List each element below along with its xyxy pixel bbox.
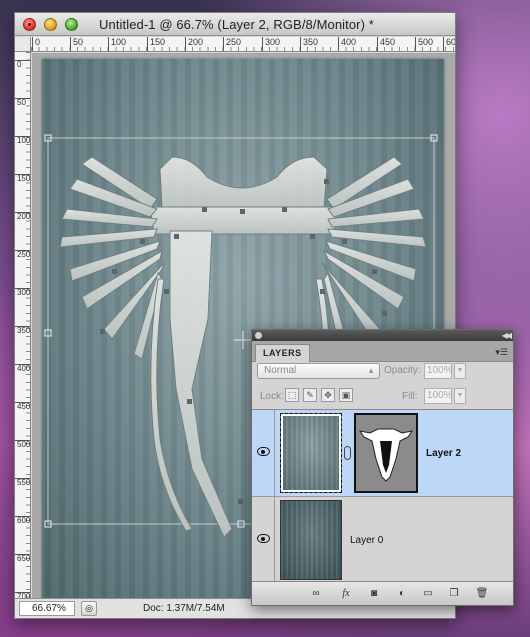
ruler-tick: 550 bbox=[15, 478, 31, 487]
fill-label: Fill: bbox=[402, 391, 418, 402]
title-bar[interactable]: Untitled-1 @ 66.7% (Layer 2, RGB/8/Monit… bbox=[15, 13, 455, 36]
eye-icon[interactable] bbox=[257, 447, 270, 456]
ruler-tick: 500 bbox=[415, 37, 433, 51]
lock-label: Lock: bbox=[260, 391, 284, 402]
layers-panel: ◀◀ LAYERS ▾☰ Normal ▲ Opacity: 100% ▼ Lo… bbox=[251, 329, 514, 606]
ruler-tick: 0 bbox=[32, 37, 40, 51]
panel-footer: ∞ fx ◙ ◐ ▭ ❐ 🗑 bbox=[252, 581, 513, 605]
new-group-icon[interactable]: ▭ bbox=[420, 587, 436, 601]
ruler-tick: 300 bbox=[262, 37, 280, 51]
mask-shape-icon bbox=[358, 428, 414, 482]
close-icon[interactable] bbox=[255, 332, 262, 339]
layer-row[interactable]: Layer 2 bbox=[252, 410, 513, 497]
layer-thumbnail[interactable] bbox=[280, 413, 342, 493]
ruler-tick: 250 bbox=[223, 37, 241, 51]
zoom-window-button[interactable] bbox=[65, 18, 78, 31]
ruler-tick: 200 bbox=[185, 37, 203, 51]
new-layer-icon[interactable]: ❐ bbox=[446, 587, 462, 601]
fx-icon[interactable]: fx bbox=[338, 587, 354, 601]
panel-tab-strip: LAYERS ▾☰ bbox=[252, 341, 513, 362]
lock-transparent-icon[interactable]: ⬚ bbox=[285, 388, 299, 402]
select-arrows-icon: ▲ bbox=[367, 366, 375, 375]
ruler-tick: 250 bbox=[15, 250, 31, 259]
opacity-label: Opacity: bbox=[384, 365, 421, 376]
ruler-tick: 400 bbox=[15, 364, 31, 373]
ruler-tick: 150 bbox=[15, 174, 31, 183]
collapse-panel-icon[interactable]: ◀◀ bbox=[502, 330, 512, 341]
ruler-tick: 350 bbox=[15, 326, 31, 335]
crosshair-icon bbox=[234, 331, 252, 349]
visibility-toggle[interactable] bbox=[252, 410, 275, 496]
fill-dropdown-icon[interactable]: ▼ bbox=[454, 388, 466, 404]
visibility-toggle[interactable] bbox=[252, 497, 275, 583]
panel-menu-icon[interactable]: ▾☰ bbox=[495, 347, 508, 358]
lock-position-icon[interactable]: ✥ bbox=[321, 388, 335, 402]
trash-icon[interactable]: 🗑 bbox=[474, 587, 490, 601]
ruler-tick: 100 bbox=[15, 136, 31, 145]
opacity-dropdown-icon[interactable]: ▼ bbox=[454, 363, 466, 379]
lock-all-icon[interactable]: ▣ bbox=[339, 388, 353, 402]
ruler-tick: 50 bbox=[15, 98, 30, 107]
ruler-tick: 300 bbox=[15, 288, 31, 297]
layer-list: Layer 2 Layer 0 bbox=[252, 409, 513, 584]
ruler-tick: 450 bbox=[377, 37, 395, 51]
blend-mode-select[interactable]: Normal ▲ bbox=[257, 363, 380, 379]
ruler-origin[interactable] bbox=[15, 37, 31, 52]
zoom-field[interactable]: 66.67% bbox=[19, 601, 75, 616]
ruler-tick: 400 bbox=[338, 37, 356, 51]
ruler-tick: 600 bbox=[15, 516, 31, 525]
horizontal-ruler[interactable]: 0 50 100 150 200 250 300 350 400 450 500… bbox=[31, 37, 455, 52]
ruler-tick: 60 bbox=[443, 37, 455, 51]
eye-icon[interactable] bbox=[257, 534, 270, 543]
fill-input[interactable]: 100% bbox=[424, 388, 453, 404]
document-title: Untitled-1 @ 66.7% (Layer 2, RGB/8/Monit… bbox=[99, 17, 374, 32]
add-mask-icon[interactable]: ◙ bbox=[366, 587, 382, 601]
layer-row[interactable]: Layer 0 bbox=[252, 497, 513, 584]
layer-thumbnail[interactable] bbox=[280, 500, 342, 580]
tab-layers[interactable]: LAYERS bbox=[255, 344, 310, 362]
layer-name[interactable]: Layer 2 bbox=[426, 448, 461, 459]
status-menu-button[interactable]: ◎ bbox=[81, 601, 97, 616]
ruler-tick: 150 bbox=[147, 37, 165, 51]
opacity-input[interactable]: 100% bbox=[424, 363, 453, 379]
vertical-ruler[interactable]: 0 50 100 150 200 250 300 350 400 450 500… bbox=[15, 52, 31, 598]
ruler-tick: 200 bbox=[15, 212, 31, 221]
document-size-info[interactable]: Doc: 1.37M/7.54M bbox=[143, 603, 225, 614]
ruler-tick: 350 bbox=[300, 37, 318, 51]
layer-name[interactable]: Layer 0 bbox=[350, 535, 383, 546]
ruler-tick: 650 bbox=[15, 554, 31, 563]
layer-mask-thumbnail[interactable] bbox=[354, 413, 418, 493]
ruler-tick: 50 bbox=[70, 37, 83, 51]
ruler-tick: 500 bbox=[15, 440, 31, 449]
ruler-tick: 100 bbox=[108, 37, 126, 51]
panel-title-bar[interactable]: ◀◀ bbox=[252, 330, 513, 341]
link-icon[interactable] bbox=[344, 446, 351, 460]
ruler-tick: 0 bbox=[15, 60, 30, 69]
ruler-tick: 450 bbox=[15, 402, 31, 411]
close-window-button[interactable] bbox=[23, 18, 36, 31]
lock-image-icon[interactable]: ✎ bbox=[303, 388, 317, 402]
minimize-window-button[interactable] bbox=[44, 18, 57, 31]
adjustment-layer-icon[interactable]: ◐ bbox=[394, 587, 410, 601]
blend-mode-value: Normal bbox=[264, 365, 297, 376]
link-layers-icon[interactable]: ∞ bbox=[308, 587, 324, 601]
